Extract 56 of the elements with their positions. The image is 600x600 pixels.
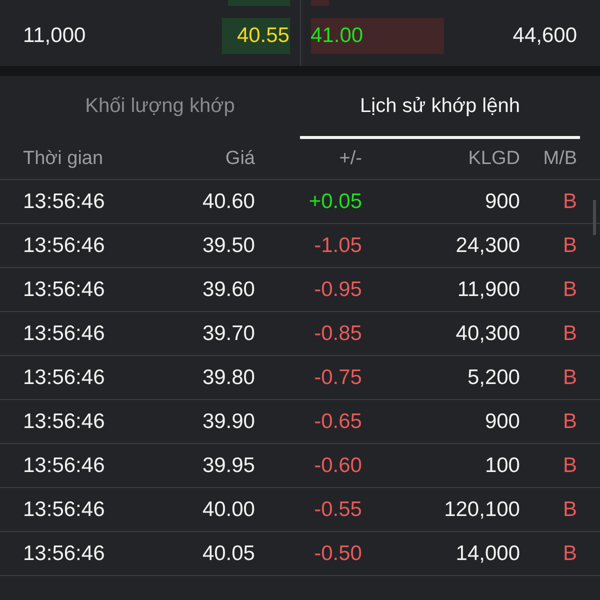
bid-price: 40.55	[236, 24, 290, 48]
ask-price: 41.00	[310, 24, 364, 48]
ask-volume: 44,600	[512, 24, 577, 48]
time-cell-text: 13:56:46	[23, 498, 106, 522]
volume-cell-text: 100	[484, 454, 520, 478]
side-cell-text: B	[562, 542, 577, 566]
change-cell-text: -0.65	[313, 410, 362, 434]
change-cell-text: -0.50	[313, 542, 362, 566]
time-cell-text: 13:56:46	[23, 278, 106, 302]
price-cell-text: 40.05	[201, 542, 255, 566]
volume-cell-text: 11,900	[456, 278, 520, 302]
time-cell-text: 13:56:46	[23, 410, 106, 434]
scrollbar[interactable]	[593, 200, 596, 235]
price-cell-text: 40.60	[201, 190, 255, 214]
change-cell-text: +0.05	[308, 190, 362, 214]
change-cell-text: -0.60	[313, 454, 362, 478]
price-cell-text: 39.50	[201, 234, 255, 258]
column-header: M/B	[542, 148, 577, 170]
price-cell-text: 39.80	[201, 366, 255, 390]
volume-cell-text: 120,100	[443, 498, 520, 522]
side-cell-text: B	[562, 322, 577, 346]
volume-cell-text: 40,300	[454, 322, 520, 346]
side-cell-text: B	[562, 278, 577, 302]
side-cell-text: B	[562, 366, 577, 390]
time-cell-text: 13:56:46	[23, 542, 106, 566]
volume-cell-text: 900	[484, 190, 520, 214]
column-header: Thời gian	[23, 148, 104, 170]
side-cell-text: B	[562, 234, 577, 258]
volume-cell-text: 5,200	[466, 366, 520, 390]
side-cell-text: B	[562, 454, 577, 478]
column-header: Giá	[224, 148, 255, 170]
change-cell-text: -1.05	[313, 234, 362, 258]
side-cell-text: B	[562, 498, 577, 522]
time-cell-text: 13:56:46	[23, 234, 106, 258]
change-cell-text: -0.85	[313, 322, 362, 346]
volume-cell-text: 24,300	[454, 234, 520, 258]
column-header: KLGD	[467, 148, 520, 170]
price-cell-text: 39.60	[201, 278, 255, 302]
change-cell-text: -0.55	[313, 498, 362, 522]
price-cell-text: 40.00	[201, 498, 255, 522]
change-cell-text: -0.95	[313, 278, 362, 302]
price-cell-text: 39.90	[201, 410, 255, 434]
tab[interactable]: Khối lượng khớp	[20, 76, 300, 139]
time-cell-text: 13:56:46	[23, 454, 106, 478]
price-cell-text: 39.95	[201, 454, 255, 478]
side-cell-text: B	[562, 190, 577, 214]
volume-cell-text: 900	[484, 410, 520, 434]
bid-volume: 11,000	[23, 24, 86, 48]
column-header: +/-	[338, 148, 362, 170]
time-cell-text: 13:56:46	[23, 366, 106, 390]
price-cell-text: 39.70	[201, 322, 255, 346]
time-cell-text: 13:56:46	[23, 190, 106, 214]
change-cell-text: -0.75	[313, 366, 362, 390]
side-cell-text: B	[562, 410, 577, 434]
volume-cell-text: 14,000	[454, 542, 520, 566]
time-cell-text: 13:56:46	[23, 322, 106, 346]
